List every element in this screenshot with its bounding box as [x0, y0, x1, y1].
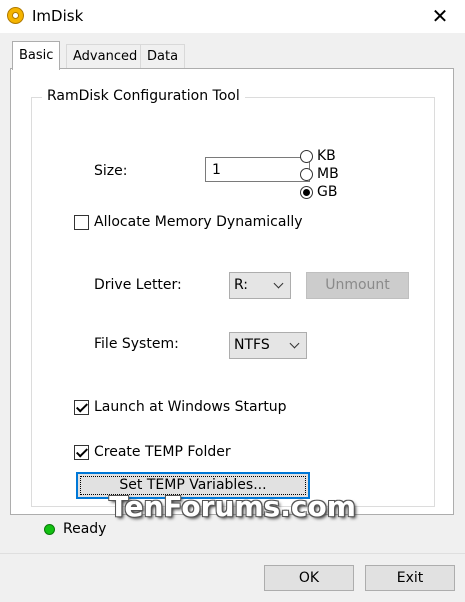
drive-letter-select[interactable]: R: [229, 272, 291, 299]
window-title: ImDisk [32, 7, 84, 25]
checkbox-icon [74, 214, 89, 230]
file-system-value: NTFS [234, 337, 270, 353]
group-title: RamDisk Configuration Tool [42, 88, 245, 104]
drive-letter-value: R: [234, 277, 249, 293]
radio-checked-icon [300, 185, 313, 199]
title-bar: ImDisk ✕ [0, 0, 465, 33]
allocate-dynamic-checkbox[interactable]: Allocate Memory Dynamically [74, 214, 303, 230]
unit-gb-radio[interactable]: GB [300, 184, 337, 200]
unit-gb-label: GB [317, 184, 338, 200]
create-temp-checkbox[interactable]: Create TEMP Folder [74, 444, 231, 460]
tab-data[interactable]: Data [140, 44, 186, 68]
create-temp-label: Create TEMP Folder [94, 444, 231, 460]
ramdisk-config-group: RamDisk Configuration Tool Size: KB MB G… [31, 88, 435, 507]
file-system-label: File System: [94, 336, 179, 352]
imdisk-app-icon [7, 7, 24, 24]
tab-advanced[interactable]: Advanced [66, 44, 145, 68]
close-icon[interactable]: ✕ [425, 2, 455, 30]
radio-icon [300, 149, 313, 163]
drive-letter-label: Drive Letter: [94, 277, 182, 293]
exit-button[interactable]: Exit [365, 565, 455, 591]
unit-kb-radio[interactable]: KB [300, 148, 336, 164]
chevron-down-icon [289, 338, 300, 349]
checkbox-checked-icon [74, 444, 89, 460]
unit-mb-radio[interactable]: MB [300, 166, 339, 182]
status-dot-icon [44, 524, 55, 535]
allocate-dynamic-label: Allocate Memory Dynamically [94, 214, 303, 230]
checkbox-checked-icon [74, 399, 89, 415]
tab-panel-basic: RamDisk Configuration Tool Size: KB MB G… [10, 68, 454, 515]
unit-kb-label: KB [317, 148, 336, 164]
unit-mb-label: MB [317, 166, 339, 182]
launch-startup-checkbox[interactable]: Launch at Windows Startup [74, 399, 287, 415]
radio-icon [300, 167, 313, 181]
tab-basic[interactable]: Basic [12, 41, 61, 70]
launch-startup-label: Launch at Windows Startup [94, 399, 287, 415]
tenforums-watermark: TenForums.com [109, 490, 356, 523]
ok-button[interactable]: OK [264, 565, 354, 591]
file-system-select[interactable]: NTFS [229, 332, 307, 359]
status-text: Ready [63, 521, 107, 537]
size-input[interactable] [205, 157, 310, 182]
size-label: Size: [94, 163, 128, 179]
unmount-button[interactable]: Unmount [306, 272, 409, 299]
chevron-down-icon [273, 278, 284, 289]
